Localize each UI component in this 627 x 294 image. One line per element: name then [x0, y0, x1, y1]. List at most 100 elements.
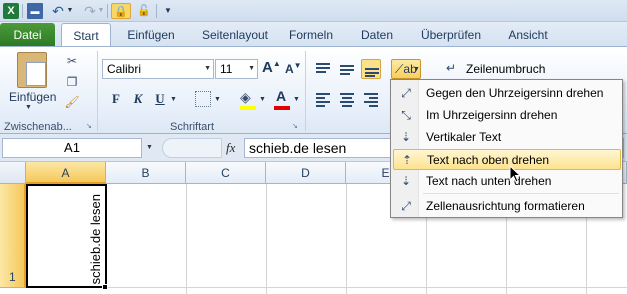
tab-formulas[interactable]: Formeln: [285, 23, 337, 47]
tab-page-layout[interactable]: Seitenlayout: [193, 23, 277, 47]
column-header-d[interactable]: D: [266, 162, 346, 184]
insert-function-icon[interactable]: fx: [226, 140, 235, 156]
bold-button[interactable]: F: [106, 89, 126, 109]
gridline: [26, 287, 627, 288]
shrink-font-button[interactable]: A▼: [285, 61, 302, 76]
column-header-a[interactable]: A: [26, 162, 106, 184]
rotate-down-icon: ⇣: [400, 174, 412, 188]
italic-button[interactable]: K: [128, 89, 148, 109]
fill-color-icon[interactable]: ◈: [240, 89, 251, 106]
chevron-down-icon[interactable]: ▼: [204, 60, 211, 78]
borders-icon[interactable]: [195, 91, 211, 107]
qat-separator: [156, 4, 157, 18]
gridline: [266, 184, 267, 294]
menu-item-vertical-text[interactable]: ⇣ Vertikaler Text: [393, 127, 621, 148]
menu-item-label: Zellenausrichtung formatieren: [426, 199, 585, 213]
gridline: [186, 184, 187, 294]
underline-dropdown-icon[interactable]: ▼: [170, 96, 177, 103]
undo-icon[interactable]: ↶: [50, 3, 66, 19]
fill-handle[interactable]: [102, 284, 108, 290]
column-header-b[interactable]: B: [106, 162, 186, 184]
font-name-value: Calibri: [107, 62, 142, 76]
cell-a1[interactable]: schieb.de lesen: [26, 184, 107, 288]
tab-insert[interactable]: Einfügen: [120, 23, 182, 47]
ribbon-tab-row: Datei Start Einfügen Seitenlayout Formel…: [0, 22, 627, 47]
save-icon[interactable]: ▬: [27, 3, 43, 19]
rotate-cw-icon: ⤡: [401, 108, 411, 122]
align-top-icon[interactable]: [313, 59, 333, 79]
name-box-dropdown-icon[interactable]: ▼: [146, 144, 153, 151]
align-left-icon[interactable]: [313, 89, 333, 109]
underline-button[interactable]: U: [150, 89, 170, 109]
name-box[interactable]: A1: [2, 138, 142, 158]
redo-dropdown-icon[interactable]: ▼: [97, 3, 105, 19]
lock-icon[interactable]: 🔒: [111, 3, 131, 19]
column-header-c[interactable]: C: [186, 162, 266, 184]
clipboard-group-label: Zwischenab...: [4, 121, 72, 133]
wrap-text-button[interactable]: Zeilenumbruch: [466, 62, 545, 76]
menu-item-rotate-down[interactable]: ⇣ Text nach unten drehen: [393, 171, 621, 192]
quick-access-toolbar: X ▬ ↶ ▼ ↷ ▼ 🔒 🔓 ▼: [0, 0, 627, 22]
row-header-1[interactable]: 1: [0, 184, 26, 288]
font-size-combo[interactable]: 11 ▼: [215, 59, 258, 79]
rotate-up-icon: ⇡: [401, 153, 413, 167]
tab-start[interactable]: Start: [61, 23, 111, 47]
tab-review[interactable]: Überprüfen: [412, 23, 490, 47]
rotate-ccw-icon: ⤢: [401, 86, 411, 100]
qat-separator: [107, 4, 108, 18]
tab-view[interactable]: Ansicht: [500, 23, 556, 47]
fill-color-dropdown-icon[interactable]: ▼: [259, 96, 266, 103]
menu-item-rotate-ccw[interactable]: ⤢ Gegen den Uhrzeigersinn drehen: [393, 83, 621, 104]
orientation-menu: ⤢ Gegen den Uhrzeigersinn drehen ⤡ Im Uh…: [390, 79, 623, 218]
formula-bar-handle[interactable]: [162, 138, 222, 158]
chevron-down-icon[interactable]: ▼: [248, 60, 255, 78]
menu-item-label: Text nach unten drehen: [426, 174, 552, 188]
menu-item-rotate-up[interactable]: ⇡ Text nach oben drehen: [393, 149, 621, 170]
font-group-label: Schriftart: [170, 121, 215, 133]
font-color-dropdown-icon[interactable]: ▼: [293, 96, 300, 103]
align-center-icon[interactable]: [337, 89, 357, 109]
fill-color-swatch: [240, 106, 256, 110]
paste-button-label[interactable]: Einfügen: [9, 90, 56, 104]
font-launcher-icon[interactable]: ↘: [292, 123, 300, 131]
gridline: [346, 184, 347, 294]
font-color-swatch: [274, 106, 290, 110]
copy-icon[interactable]: ❐: [64, 74, 80, 90]
tab-data[interactable]: Daten: [353, 23, 401, 47]
menu-item-label: Vertikaler Text: [426, 130, 502, 144]
menu-item-format-alignment[interactable]: ⤢ Zellenausrichtung formatieren: [393, 196, 621, 217]
menu-item-label: Im Uhrzeigersinn drehen: [426, 108, 558, 122]
excel-logo-icon[interactable]: X: [3, 3, 19, 19]
group-separator: [305, 51, 306, 131]
cell-a1-text: schieb.de lesen: [88, 193, 103, 284]
menu-item-rotate-cw[interactable]: ⤡ Im Uhrzeigersinn drehen: [393, 105, 621, 126]
undo-dropdown-icon[interactable]: ▼: [66, 3, 74, 19]
vertical-text-icon: ⇣: [400, 130, 412, 144]
paste-icon[interactable]: [17, 52, 47, 88]
align-middle-icon[interactable]: [337, 59, 357, 79]
redo-icon[interactable]: ↷: [82, 3, 98, 19]
align-right-icon[interactable]: [361, 89, 381, 109]
font-size-value: 11: [220, 62, 233, 76]
menu-item-label: Gegen den Uhrzeigersinn drehen: [426, 86, 604, 100]
mouse-cursor-icon: [509, 165, 521, 183]
grow-font-button[interactable]: A▲: [262, 59, 281, 76]
clipboard-launcher-icon[interactable]: ↘: [86, 123, 94, 131]
format-painter-icon[interactable]: 🖌: [64, 94, 80, 110]
borders-dropdown-icon[interactable]: ▼: [214, 96, 221, 103]
format-alignment-icon: ⤢: [401, 199, 411, 213]
paste-dropdown-icon[interactable]: ▼: [25, 104, 32, 111]
menu-item-label: Text nach oben drehen: [427, 153, 550, 167]
customize-qat-icon[interactable]: ▼: [160, 3, 176, 19]
cut-icon[interactable]: ✂: [64, 53, 80, 69]
font-color-button[interactable]: A: [276, 88, 286, 104]
menu-separator: [423, 193, 619, 194]
font-name-combo[interactable]: Calibri ▼: [102, 59, 214, 79]
lock-icon[interactable]: 🔓: [134, 3, 154, 19]
tab-file[interactable]: Datei: [0, 23, 55, 47]
wrap-text-icon[interactable]: ↵: [446, 60, 462, 76]
select-all-button[interactable]: [0, 162, 26, 184]
align-bottom-icon[interactable]: [361, 59, 381, 79]
qat-separator: [22, 4, 23, 18]
orientation-dropdown-icon[interactable]: ▼: [413, 66, 420, 73]
